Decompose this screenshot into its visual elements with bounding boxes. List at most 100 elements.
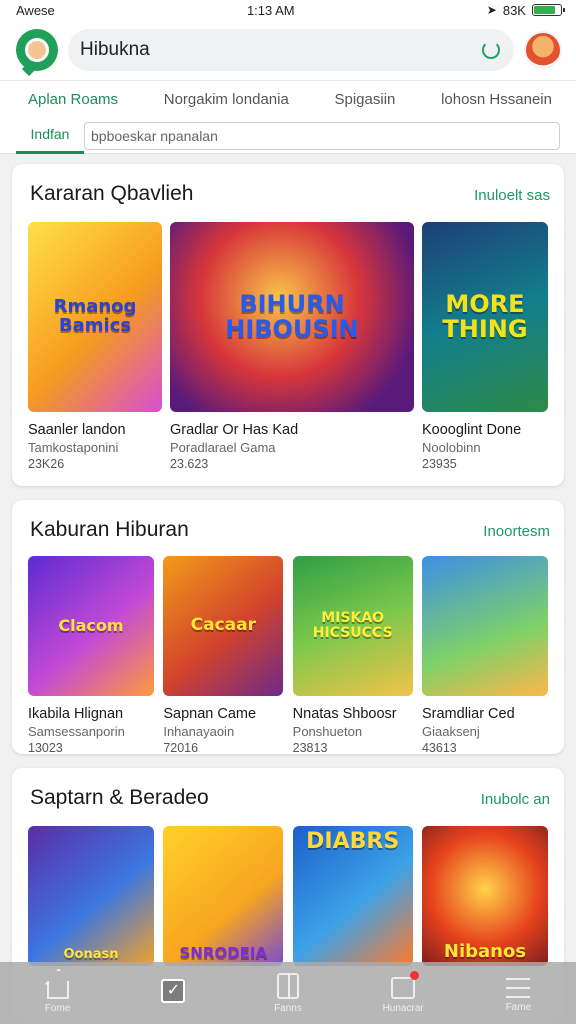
battery-icon bbox=[531, 4, 565, 16]
nav-label: Hunacrar bbox=[382, 1002, 424, 1014]
app-logo-icon[interactable] bbox=[16, 29, 58, 77]
status-right: ➤ 83K bbox=[486, 2, 565, 18]
nav-library[interactable]: Fanns bbox=[248, 972, 328, 1014]
game-thumbnail[interactable]: BIHURN HIBOUSIN bbox=[170, 222, 414, 412]
notification-dot bbox=[410, 970, 420, 980]
signal-icon: ➤ bbox=[486, 3, 497, 17]
card-count: 23K26 bbox=[28, 457, 65, 471]
game-card[interactable]: Clacom Ikabila Hlignan Samsessanporin 13… bbox=[28, 556, 154, 754]
tab-4[interactable]: lohosn Hssanein bbox=[441, 91, 552, 108]
section-title: Kararan Qbavlieh bbox=[30, 182, 194, 205]
game-thumbnail[interactable]: MORE THING bbox=[422, 222, 548, 412]
game-card[interactable]: Nibanos bbox=[421, 826, 548, 966]
filter-chip[interactable]: Indfan bbox=[16, 118, 84, 154]
game-card[interactable]: BIHURN HIBOUSIN Gradlar Or Has Kad Porad… bbox=[170, 222, 414, 471]
filter-input[interactable]: bpboeskar npanalan bbox=[84, 121, 560, 150]
game-card[interactable]: DIABRS bbox=[292, 826, 413, 966]
section-1-cards: Rmanog Bamics Saanler landon Tamkostapon… bbox=[28, 222, 548, 471]
game-card[interactable]: Sramdliar Ced Giaaksenj 43613 bbox=[421, 556, 548, 754]
game-thumbnail[interactable]: Clacom bbox=[28, 556, 154, 696]
home-icon bbox=[46, 980, 69, 999]
game-card[interactable]: SNRODEIA bbox=[163, 826, 284, 966]
game-thumbnail[interactable]: Nibanos bbox=[421, 826, 548, 966]
status-right-text: 83K bbox=[502, 2, 526, 18]
card-count: 23.623 bbox=[170, 457, 209, 471]
card-subtitle: Inhanayaoin bbox=[163, 724, 235, 739]
thumbnail-art-text: BIHURN HIBOUSIN bbox=[225, 289, 359, 343]
thumbnail-art-text: DIABRS bbox=[306, 829, 400, 854]
section-2-header: Kaburan Hiburan Inoortesm bbox=[12, 500, 564, 542]
refresh-icon[interactable] bbox=[482, 41, 500, 59]
status-carrier: Awese bbox=[16, 2, 55, 18]
tab-1[interactable]: Aplan Roams bbox=[28, 91, 118, 108]
nav-label: Fanns bbox=[274, 1002, 302, 1014]
top-bar: Hibukna bbox=[0, 20, 576, 80]
game-thumbnail[interactable]: MISKAO HICSUCCS bbox=[292, 556, 413, 696]
book-icon bbox=[276, 972, 299, 999]
section-3-header: Saptarn & Beradeo Inubolc an bbox=[12, 768, 564, 810]
card-subtitle: Tamkostaponini bbox=[28, 440, 119, 455]
game-card[interactable]: Oonasn bbox=[28, 826, 154, 966]
game-thumbnail[interactable]: Rmanog Bamics bbox=[28, 222, 162, 412]
game-thumbnail[interactable]: DIABRS bbox=[292, 826, 413, 966]
thumbnail-art-text: Rmanog Bamics bbox=[53, 296, 137, 336]
nav-label: Fome bbox=[44, 1002, 71, 1014]
bag-icon bbox=[391, 970, 420, 999]
bottom-nav: Fome Fanns Hunacrar Fame bbox=[0, 962, 576, 1024]
card-subtitle: Poradlarael Gama bbox=[170, 440, 276, 455]
section-2-cards: Clacom Ikabila Hlignan Samsessanporin 13… bbox=[28, 556, 548, 754]
card-title: Saanler landon bbox=[28, 422, 126, 438]
section-more-link[interactable]: Inoortesm bbox=[483, 523, 550, 540]
card-title: Sramdliar Ced bbox=[421, 706, 515, 722]
card-count: 13023 bbox=[28, 741, 63, 754]
game-thumbnail[interactable] bbox=[421, 556, 548, 696]
avatar[interactable] bbox=[524, 31, 562, 69]
card-title: Ikabila Hlignan bbox=[28, 706, 124, 722]
section-2: Kaburan Hiburan Inoortesm Clacom Ikabila… bbox=[12, 500, 564, 754]
filter-row: Indfan bpboeskar npanalan bbox=[0, 118, 576, 154]
tab-3[interactable]: Spigasiin bbox=[335, 91, 396, 108]
nav-label: Fame bbox=[505, 1001, 532, 1013]
section-more-link[interactable]: Inubolc an bbox=[481, 791, 550, 808]
card-count: 23935 bbox=[422, 457, 457, 471]
card-title: Sapnan Came bbox=[163, 706, 257, 722]
nav-check[interactable] bbox=[133, 979, 213, 1007]
menu-icon bbox=[506, 977, 531, 998]
section-more-link[interactable]: Inuloelt sas bbox=[474, 187, 550, 204]
card-count: 43613 bbox=[421, 741, 457, 754]
game-thumbnail[interactable]: SNRODEIA bbox=[163, 826, 284, 966]
game-card[interactable]: MISKAO HICSUCCS Nnatas Shboosr Ponshueto… bbox=[292, 556, 413, 754]
nav-shop[interactable]: Hunacrar bbox=[363, 970, 443, 1014]
card-count: 23813 bbox=[292, 741, 328, 754]
section-1: Kararan Qbavlieh Inuloelt sas Rmanog Bam… bbox=[12, 164, 564, 486]
card-subtitle: Samsessanporin bbox=[28, 724, 125, 739]
section-1-header: Kararan Qbavlieh Inuloelt sas bbox=[12, 164, 564, 206]
card-title: Koooglint Done bbox=[422, 422, 522, 438]
card-count: 72016 bbox=[163, 741, 199, 754]
card-subtitle: Ponshueton bbox=[292, 724, 363, 739]
thumbnail-art-text: Clacom bbox=[58, 615, 124, 635]
status-bar: Awese 1:13 AM ➤ 83K bbox=[0, 0, 576, 20]
category-tabs: Aplan Roams Norgakim londania Spigasiin … bbox=[0, 80, 576, 118]
thumbnail-art-text: MORE THING bbox=[442, 289, 528, 343]
section-title: Saptarn & Beradeo bbox=[30, 786, 209, 809]
thumbnail-art-text: MISKAO HICSUCCS bbox=[312, 610, 393, 641]
nav-menu[interactable]: Fame bbox=[478, 974, 558, 1013]
card-title: Nnatas Shboosr bbox=[292, 706, 397, 722]
card-subtitle: Noolobinn bbox=[422, 440, 481, 455]
tab-2[interactable]: Norgakim londania bbox=[164, 91, 289, 108]
game-thumbnail[interactable]: Oonasn bbox=[28, 826, 154, 966]
search-input[interactable]: Hibukna bbox=[80, 39, 150, 61]
card-title: Gradlar Or Has Kad bbox=[170, 422, 299, 438]
game-card[interactable]: Cacaar Sapnan Came Inhanayaoin 72016 bbox=[163, 556, 284, 754]
game-card[interactable]: MORE THING Koooglint Done Noolobinn 2393… bbox=[422, 222, 548, 471]
game-card[interactable]: Rmanog Bamics Saanler landon Tamkostapon… bbox=[28, 222, 162, 471]
nav-home[interactable]: Fome bbox=[18, 973, 98, 1014]
thumbnail-art-text: Cacaar bbox=[190, 615, 256, 636]
thumbnail-art-text bbox=[481, 622, 489, 630]
search-box[interactable]: Hibukna bbox=[68, 29, 514, 71]
status-time: 1:13 AM bbox=[246, 2, 295, 18]
game-thumbnail[interactable]: Cacaar bbox=[163, 556, 284, 696]
section-title: Kaburan Hiburan bbox=[30, 518, 189, 541]
card-subtitle: Giaaksenj bbox=[421, 724, 480, 739]
